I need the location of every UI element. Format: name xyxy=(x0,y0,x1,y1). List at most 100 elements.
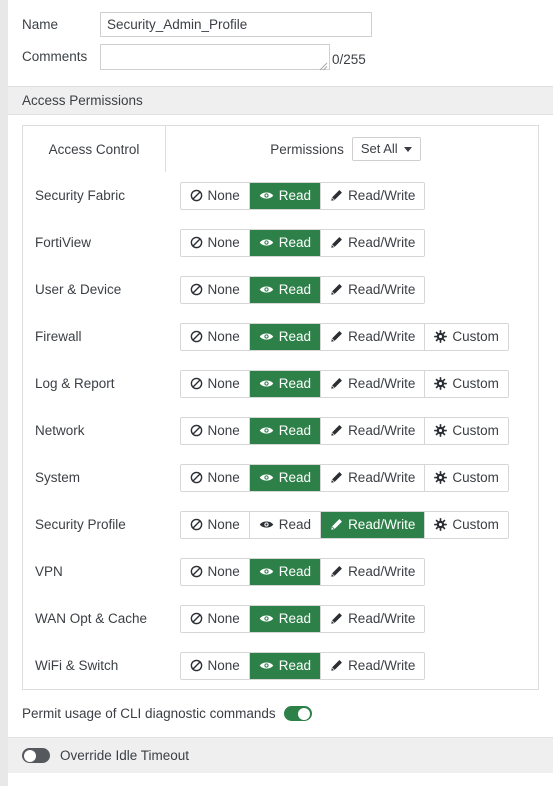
permission-option-none[interactable]: None xyxy=(180,370,250,397)
access-control-name: User & Device xyxy=(35,282,122,297)
permission-option-label: Read/Write xyxy=(348,469,416,485)
pencil-icon xyxy=(330,612,343,625)
permission-option-readwrite[interactable]: Read/Write xyxy=(321,182,425,209)
permission-option-label: None xyxy=(207,469,240,485)
pencil-icon xyxy=(330,189,343,202)
permission-option-none[interactable]: None xyxy=(180,558,250,585)
permission-button-group: None Read Read/Write Custom xyxy=(179,463,509,492)
permission-option-none[interactable]: None xyxy=(180,652,250,679)
permission-option-none[interactable]: None xyxy=(180,511,250,538)
permission-option-custom[interactable]: Custom xyxy=(425,417,508,444)
permission-option-readwrite[interactable]: Read/Write xyxy=(321,276,425,303)
admin-profile-form: Name Comments 0/255 Access Permissions xyxy=(8,0,553,786)
permission-button-group: None Read Read/Write Custom xyxy=(179,416,509,445)
permission-option-readwrite[interactable]: Read/Write xyxy=(321,417,426,444)
permission-option-read[interactable]: Read xyxy=(249,370,322,397)
permission-option-label: Read/Write xyxy=(348,422,416,438)
comments-textarea[interactable] xyxy=(100,44,330,70)
permission-cell: None Read Read/Write Custom xyxy=(166,360,539,407)
permission-option-custom[interactable]: Custom xyxy=(425,511,508,538)
cli-diagnostic-toggle[interactable] xyxy=(283,706,312,721)
permission-option-read[interactable]: Read xyxy=(249,276,322,303)
permission-option-label: Read/Write xyxy=(348,657,416,673)
access-control-name: Security Fabric xyxy=(35,188,126,203)
table-row: Network None Read Read/Write Custom xyxy=(23,407,539,454)
gear-icon xyxy=(434,518,448,531)
permission-option-readwrite[interactable]: Read/Write xyxy=(321,229,425,256)
access-control-name: VPN xyxy=(35,564,63,579)
eye-icon xyxy=(259,612,274,625)
permission-option-label: Read xyxy=(278,187,312,203)
permission-option-label: Read/Write xyxy=(348,234,416,250)
table-row: User & Device None Read Read/Write xyxy=(23,266,539,313)
permissions-table-body: Security Fabric None Read Read/Write FortiVi… xyxy=(23,172,539,690)
cli-diagnostic-label: Permit usage of CLI diagnostic commands xyxy=(22,706,276,721)
permission-option-label: None xyxy=(207,610,240,626)
permission-option-read[interactable]: Read xyxy=(249,652,322,679)
permission-option-read[interactable]: Read xyxy=(249,182,322,209)
set-all-label: Set All xyxy=(360,141,398,156)
eye-icon xyxy=(259,283,274,296)
permission-option-none[interactable]: None xyxy=(180,417,250,444)
permission-option-label: Custom xyxy=(452,469,499,485)
permission-cell: None Read Read/Write Custom xyxy=(166,313,539,360)
no-entry-icon xyxy=(190,659,203,672)
no-entry-icon xyxy=(190,612,203,625)
permission-option-none[interactable]: None xyxy=(180,323,250,350)
permission-button-group: None Read Read/Write xyxy=(179,604,426,633)
override-idle-timeout-toggle[interactable] xyxy=(22,748,50,763)
permission-option-none[interactable]: None xyxy=(180,276,250,303)
permission-cell: None Read Read/Write xyxy=(166,172,539,219)
permission-option-readwrite[interactable]: Read/Write xyxy=(321,370,426,397)
permission-option-label: Read/Write xyxy=(348,187,416,203)
permission-button-group: None Read Read/Write Custom xyxy=(179,369,509,398)
eye-icon xyxy=(259,659,274,672)
permissions-table-wrapper: Access Control Permissions Set All Secur… xyxy=(8,115,553,690)
permission-option-readwrite[interactable]: Read/Write xyxy=(321,652,425,679)
pencil-icon xyxy=(330,565,343,578)
permission-option-label: Read/Write xyxy=(348,516,416,532)
permission-option-label: None xyxy=(207,375,240,391)
no-entry-icon xyxy=(190,377,203,390)
column-header-access-control: Access Control xyxy=(22,125,166,172)
permission-option-none[interactable]: None xyxy=(180,464,250,491)
pencil-icon xyxy=(330,236,343,249)
pencil-icon xyxy=(330,424,343,437)
permission-option-none[interactable]: None xyxy=(180,605,250,632)
permission-option-read[interactable]: Read xyxy=(249,605,322,632)
permission-option-label: None xyxy=(207,563,240,579)
permission-option-custom[interactable]: Custom xyxy=(425,370,508,397)
table-row: WiFi & Switch None Read Read/Write xyxy=(23,642,539,690)
permission-option-read[interactable]: Read xyxy=(249,511,322,538)
table-row: System None Read Read/Write Custom xyxy=(23,454,539,501)
permission-option-read[interactable]: Read xyxy=(249,417,322,444)
permission-option-none[interactable]: None xyxy=(180,229,250,256)
permission-option-read[interactable]: Read xyxy=(249,229,322,256)
permission-cell: None Read Read/Write xyxy=(166,595,539,642)
permission-option-readwrite[interactable]: Read/Write xyxy=(321,323,426,350)
permission-option-readwrite[interactable]: Read/Write xyxy=(321,605,425,632)
table-row: VPN None Read Read/Write xyxy=(23,548,539,595)
name-input[interactable] xyxy=(100,12,372,37)
char-counter: 0/255 xyxy=(332,52,366,67)
access-control-name: Network xyxy=(35,423,85,438)
permission-option-readwrite[interactable]: Read/Write xyxy=(321,511,426,538)
pencil-icon xyxy=(330,659,343,672)
permission-option-label: Read xyxy=(278,610,312,626)
permission-option-custom[interactable]: Custom xyxy=(425,464,508,491)
permission-option-none[interactable]: None xyxy=(180,182,250,209)
permission-option-readwrite[interactable]: Read/Write xyxy=(321,558,425,585)
permission-option-custom[interactable]: Custom xyxy=(425,323,508,350)
permission-option-read[interactable]: Read xyxy=(249,464,322,491)
set-all-button[interactable]: Set All xyxy=(351,137,421,161)
table-row: WAN Opt & Cache None Read Read/Write xyxy=(23,595,539,642)
permission-option-read[interactable]: Read xyxy=(249,323,322,350)
permission-option-readwrite[interactable]: Read/Write xyxy=(321,464,426,491)
name-row: Name xyxy=(8,12,553,38)
permissions-table: Access Control Permissions Set All Secur… xyxy=(22,125,539,690)
table-row: Security Profile None Read Read/Write Custom xyxy=(23,501,539,548)
permission-option-read[interactable]: Read xyxy=(249,558,322,585)
permission-cell: None Read Read/Write Custom xyxy=(166,454,539,501)
table-header-row: Access Control Permissions Set All xyxy=(22,125,539,172)
cli-toggle-knob xyxy=(298,707,311,720)
